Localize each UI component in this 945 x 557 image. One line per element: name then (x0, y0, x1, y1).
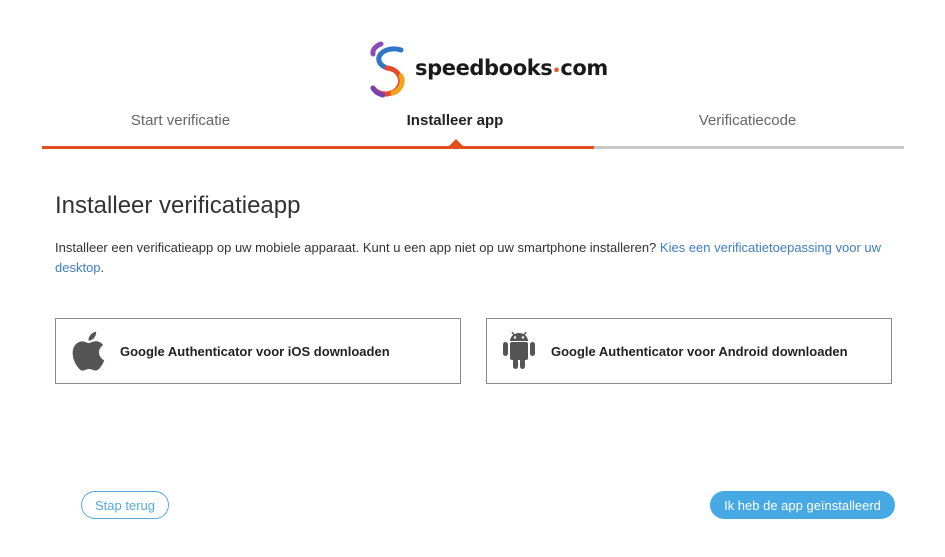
download-android-label: Google Authenticator voor Android downlo… (551, 343, 848, 359)
progress-track (42, 146, 904, 149)
step-start-verificatie: Start verificatie (130, 112, 231, 129)
download-ios-button[interactable]: Google Authenticator voor iOS downloaden (55, 318, 461, 384)
step-installeer-app: Installeer app (406, 112, 504, 129)
step-progress: Start verificatie Installeer app Verific… (42, 112, 904, 152)
progress-fill (42, 146, 594, 149)
page-title: Installeer verificatieapp (55, 192, 301, 219)
speedbooks-logo: speedbooks•com (367, 40, 608, 98)
step-verificatiecode: Verificatiecode (698, 112, 797, 129)
apple-icon (56, 318, 120, 384)
download-ios-label: Google Authenticator voor iOS downloaden (120, 343, 390, 359)
active-step-caret (449, 139, 463, 146)
app-installed-button[interactable]: Ik heb de app geïnstalleerd (710, 491, 895, 519)
brand-name: speedbooks•com (415, 56, 608, 80)
android-icon (487, 318, 551, 384)
back-button[interactable]: Stap terug (81, 491, 169, 519)
description-text: Installeer een verificatieapp op uw mobi… (55, 240, 657, 255)
page-description: Installeer een verificatieapp op uw mobi… (55, 240, 882, 275)
download-android-button[interactable]: Google Authenticator voor Android downlo… (486, 318, 892, 384)
speedbooks-s-logo-icon (370, 41, 405, 98)
